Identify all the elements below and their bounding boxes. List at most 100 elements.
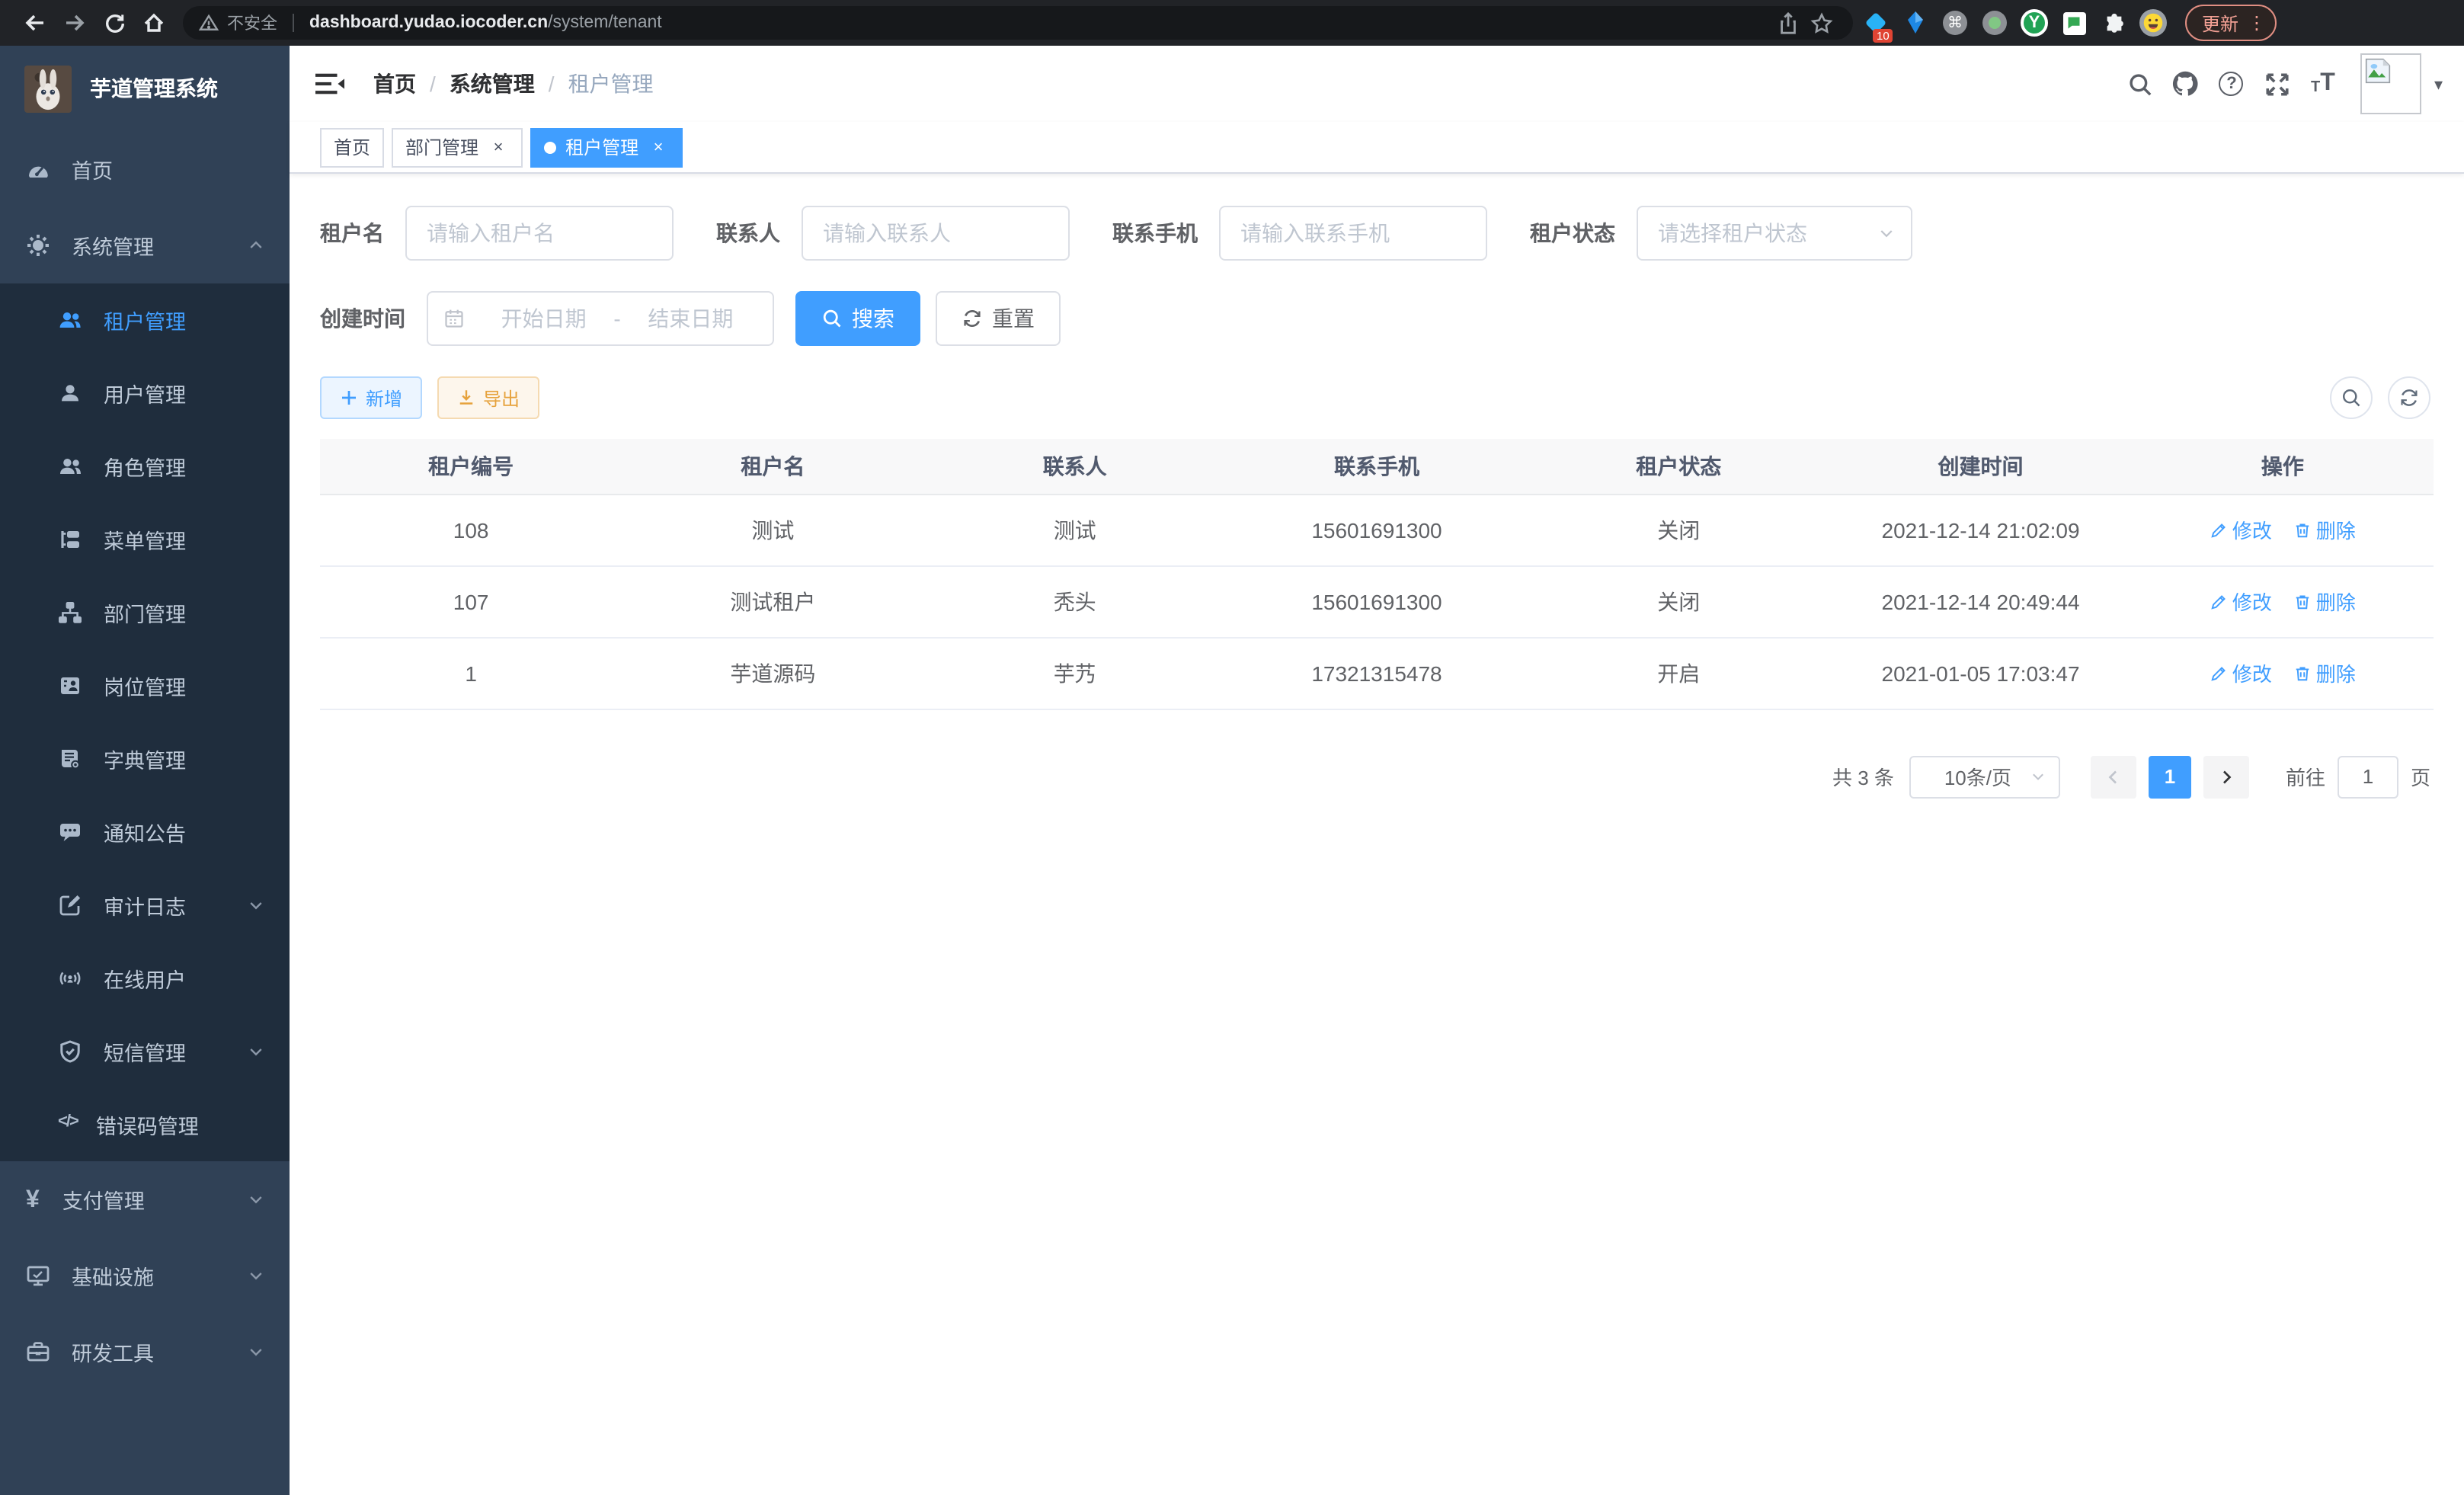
toggle-search-button[interactable] xyxy=(2330,376,2373,419)
user-menu[interactable]: ▾ xyxy=(2361,53,2443,114)
extensions-puzzle-icon[interactable] xyxy=(2097,6,2130,40)
page-size-select[interactable]: 10条/页 xyxy=(1909,755,2060,798)
sidebar-item-notice[interactable]: 通知公告 xyxy=(0,796,290,869)
security-label: 不安全 xyxy=(227,11,277,35)
sidebar-item-menu[interactable]: 菜单管理 xyxy=(0,503,290,576)
page-number-button[interactable]: 1 xyxy=(2149,755,2191,798)
sidebar-item-pay[interactable]: ¥ 支付管理 xyxy=(0,1161,290,1237)
goto-page-input[interactable] xyxy=(2338,755,2398,798)
delete-link[interactable]: 删除 xyxy=(2293,658,2356,687)
browser-back-button[interactable] xyxy=(15,3,55,43)
tab-tenant[interactable]: 租户管理 × xyxy=(530,127,683,167)
tenant-name-input[interactable] xyxy=(405,206,674,261)
sidebar-item-post[interactable]: 岗位管理 xyxy=(0,649,290,722)
add-button[interactable]: 新增 xyxy=(320,376,422,419)
extension-command-icon[interactable]: ⌘ xyxy=(1938,6,1972,40)
browser-menu-icon[interactable]: ⋮ xyxy=(2248,12,2266,34)
help-icon[interactable]: ? xyxy=(2209,61,2254,107)
cell-created: 2021-12-14 20:49:44 xyxy=(1829,565,2131,637)
caret-down-icon: ▾ xyxy=(2434,74,2443,94)
close-icon[interactable]: × xyxy=(488,136,509,158)
fullscreen-icon[interactable] xyxy=(2254,61,2300,107)
cell-status: 开启 xyxy=(1528,637,1829,709)
sidebar-item-infra[interactable]: 基础设施 xyxy=(0,1237,290,1314)
extension-chat-icon[interactable] xyxy=(2057,6,2091,40)
status-select[interactable]: 请选择租户状态 xyxy=(1637,206,1912,261)
column-header: 租户状态 xyxy=(1528,439,1829,494)
org-tree-icon xyxy=(58,600,82,625)
sidebar-item-label: 用户管理 xyxy=(104,378,274,408)
sidebar-item-user[interactable]: 用户管理 xyxy=(0,357,290,430)
sidebar-item-errcode[interactable]: </> 错误码管理 xyxy=(0,1088,290,1161)
next-page-button[interactable] xyxy=(2203,755,2249,798)
delete-link[interactable]: 删除 xyxy=(2293,515,2356,544)
extension-diamond-icon[interactable]: 10 xyxy=(1859,6,1893,40)
browser-reload-button[interactable] xyxy=(94,3,134,43)
github-icon[interactable] xyxy=(2163,61,2209,107)
breadcrumb-separator: / xyxy=(430,72,436,96)
tree-table-icon xyxy=(58,527,82,552)
extension-kite-icon[interactable] xyxy=(1899,6,1932,40)
sidebar-item-online-users[interactable]: 在线用户 xyxy=(0,942,290,1015)
screen: 不安全 dashboard.yudao.iocoder.cn/system/te… xyxy=(0,0,2464,1495)
mobile-input[interactable] xyxy=(1219,206,1487,261)
plus-icon xyxy=(340,389,358,407)
sidebar-item-system[interactable]: 系统管理 xyxy=(0,207,290,283)
sidebar-item-devtools[interactable]: 研发工具 xyxy=(0,1314,290,1390)
tab-dept[interactable]: 部门管理 × xyxy=(392,127,523,167)
sidebar-item-label: 审计日志 xyxy=(104,890,247,920)
goto-label: 前往 xyxy=(2286,762,2325,791)
tab-home[interactable]: 首页 xyxy=(320,127,384,167)
font-size-icon[interactable]: TT xyxy=(2300,61,2346,107)
security-warning-icon xyxy=(198,12,219,34)
chevron-down-icon xyxy=(1877,224,1896,242)
edit-link[interactable]: 修改 xyxy=(2210,515,2272,544)
browser-update-button[interactable]: 更新 ⋮ xyxy=(2185,5,2277,41)
export-button[interactable]: 导出 xyxy=(437,376,539,419)
reset-button[interactable]: 重置 xyxy=(936,291,1061,346)
url-path: /system/tenant xyxy=(548,14,662,32)
profile-avatar[interactable] xyxy=(2136,6,2170,40)
sidebar-item-label: 系统管理 xyxy=(72,230,247,261)
cell-actions: 修改 删除 xyxy=(2132,637,2434,709)
edit-link[interactable]: 修改 xyxy=(2210,658,2272,687)
download-icon xyxy=(457,389,475,407)
app-logo[interactable]: 芋道管理系统 xyxy=(0,46,290,131)
edit-link[interactable]: 修改 xyxy=(2210,587,2272,616)
breadcrumb-system[interactable]: 系统管理 xyxy=(450,69,535,99)
breadcrumb-home[interactable]: 首页 xyxy=(373,69,416,99)
cell-mobile: 17321315478 xyxy=(1226,637,1528,709)
sidebar-item-sms[interactable]: 短信管理 xyxy=(0,1015,290,1088)
header-search-icon[interactable] xyxy=(2117,61,2163,107)
share-icon[interactable] xyxy=(1771,3,1804,43)
browser-forward-button[interactable] xyxy=(55,3,94,43)
cell-status: 关闭 xyxy=(1528,494,1829,565)
refresh-table-button[interactable] xyxy=(2388,376,2430,419)
cell-mobile: 15601691300 xyxy=(1226,494,1528,565)
browser-home-button[interactable] xyxy=(134,3,174,43)
system-submenu: 租户管理 用户管理 角色管理 xyxy=(0,283,290,1161)
bookmark-star-icon[interactable] xyxy=(1804,3,1838,43)
sidebar-item-role[interactable]: 角色管理 xyxy=(0,430,290,503)
sidebar-item-tenant[interactable]: 租户管理 xyxy=(0,283,290,357)
sidebar-item-label: 研发工具 xyxy=(72,1337,247,1367)
sidebar-item-home[interactable]: 首页 xyxy=(0,131,290,207)
delete-link[interactable]: 删除 xyxy=(2293,587,2356,616)
close-icon[interactable]: × xyxy=(648,136,669,158)
sidebar-toggle-icon[interactable] xyxy=(309,64,349,104)
column-header: 操作 xyxy=(2132,439,2434,494)
sidebar-item-dict[interactable]: 字典管理 xyxy=(0,722,290,796)
chevron-up-icon xyxy=(247,236,265,255)
search-button[interactable]: 搜索 xyxy=(795,291,920,346)
extension-y-icon[interactable]: Y xyxy=(2018,6,2051,40)
extension-record-icon[interactable] xyxy=(1978,6,2011,40)
sidebar-item-dept[interactable]: 部门管理 xyxy=(0,576,290,649)
create-time-range-picker[interactable]: 开始日期 - 结束日期 xyxy=(427,291,774,346)
app-title: 芋道管理系统 xyxy=(90,73,218,104)
prev-page-button[interactable] xyxy=(2091,755,2136,798)
monitor-icon xyxy=(26,1263,50,1288)
cell-actions: 修改 删除 xyxy=(2132,565,2434,637)
contact-input[interactable] xyxy=(802,206,1070,261)
sidebar-item-audit-log[interactable]: 审计日志 xyxy=(0,869,290,942)
address-bar[interactable]: 不安全 dashboard.yudao.iocoder.cn/system/te… xyxy=(183,6,1853,40)
